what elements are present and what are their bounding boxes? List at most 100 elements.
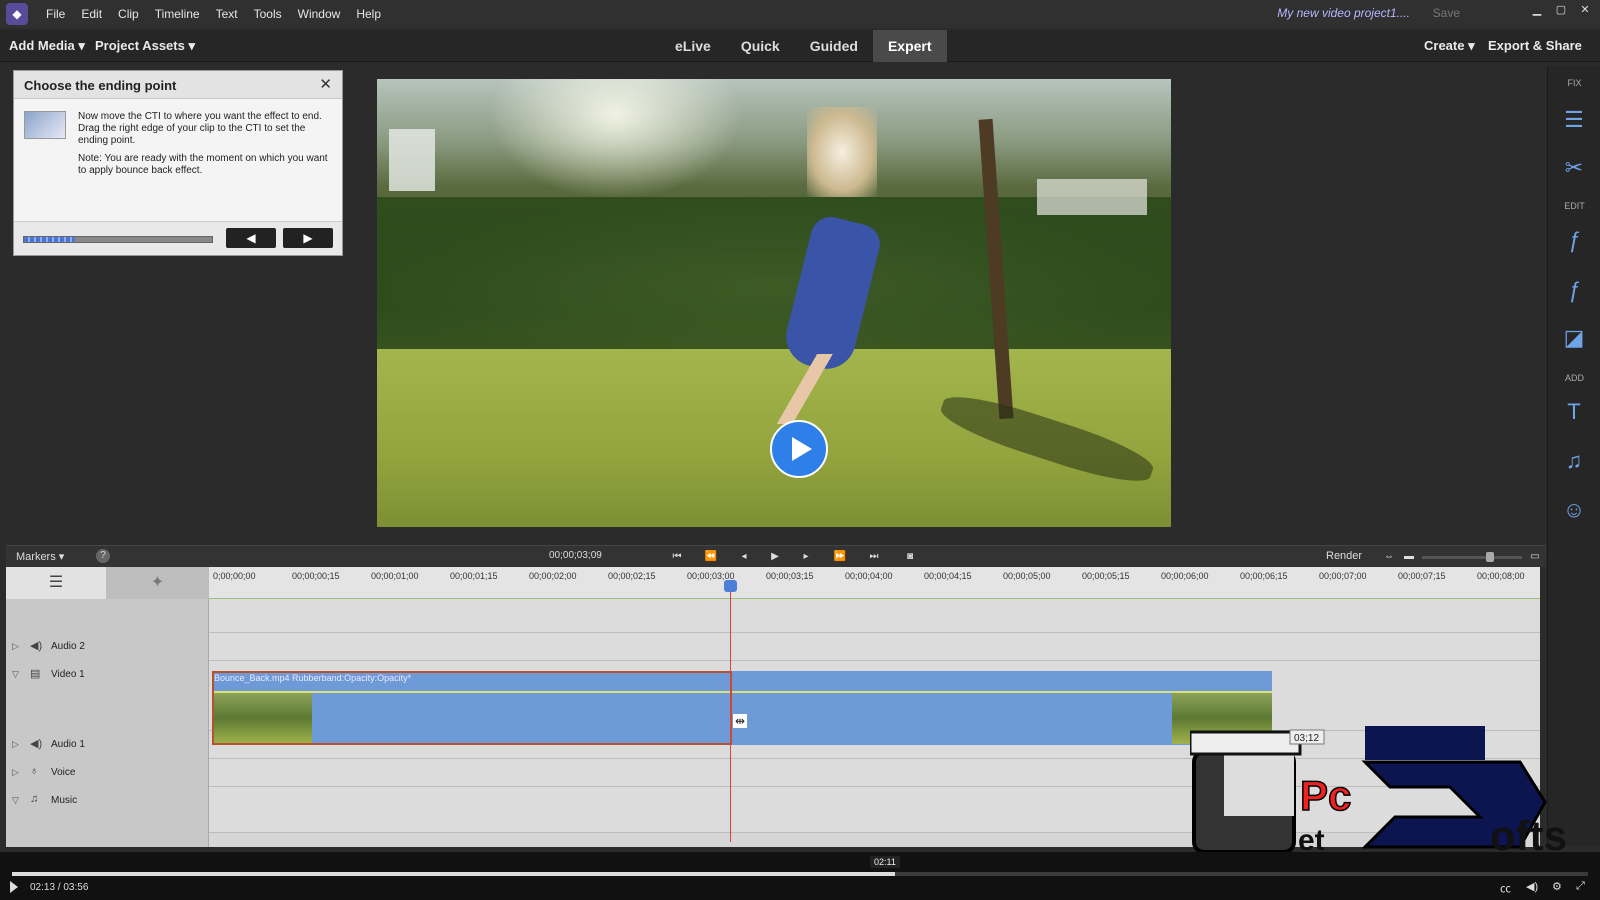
- tab-elive[interactable]: eLive: [660, 30, 726, 62]
- player-time: 02:13 / 03:56: [30, 882, 89, 893]
- tab-quick[interactable]: Quick: [726, 30, 795, 62]
- zoom-in-icon[interactable]: ▭: [1526, 549, 1544, 565]
- play-overlay-button[interactable]: [770, 420, 828, 478]
- adjust-icon[interactable]: ☰: [1560, 106, 1588, 134]
- export-share-button[interactable]: Export & Share: [1488, 38, 1582, 53]
- guide-prev-button[interactable]: ◀: [226, 228, 276, 248]
- player-play-icon[interactable]: [10, 881, 18, 893]
- app-window: ◆ File Edit Clip Timeline Text Tools Win…: [0, 0, 1600, 900]
- track-settings-icon[interactable]: ☰: [6, 567, 106, 599]
- minimize-icon[interactable]: ▁: [1528, 2, 1546, 18]
- ruler-tick: 00;00;03;15: [766, 571, 814, 581]
- ruler-tick: 00;00;06;00: [1161, 571, 1209, 581]
- music-note-icon[interactable]: ♫: [30, 793, 38, 805]
- menu-text[interactable]: Text: [208, 0, 246, 28]
- save-button[interactable]: Save: [1433, 6, 1460, 20]
- film-icon[interactable]: ▤: [30, 667, 40, 680]
- mode-tabs: eLive Quick Guided Expert: [660, 30, 947, 62]
- step-back-icon[interactable]: ◂: [735, 549, 753, 565]
- seek-bar-fill: [12, 872, 895, 876]
- tools-icon[interactable]: ✂: [1560, 154, 1588, 182]
- speaker-icon[interactable]: ◀): [30, 639, 42, 652]
- timeline-ruler[interactable]: 0;00;00;00 00;00;00;15 00;00;01;00 00;00;01…: [209, 567, 1540, 599]
- cti-handle[interactable]: [724, 580, 737, 592]
- monitor-girl-hair: [807, 107, 877, 197]
- track-row-top[interactable]: [209, 599, 1540, 633]
- menu-clip[interactable]: Clip: [110, 0, 147, 28]
- menu-edit[interactable]: Edit: [73, 0, 110, 28]
- ruler-tick: 00;00;04;00: [845, 571, 893, 581]
- zoom-slider[interactable]: [1422, 552, 1522, 562]
- trim-cursor-icon[interactable]: ⇹: [733, 714, 748, 728]
- goto-end-icon[interactable]: ⏭: [865, 549, 883, 565]
- help-icon[interactable]: ?: [96, 549, 110, 563]
- render-button[interactable]: Render: [1326, 550, 1362, 562]
- guide-header: Choose the ending point ✕: [14, 71, 342, 99]
- zoom-fit-icon[interactable]: ⇔: [1380, 549, 1398, 565]
- goto-start-icon[interactable]: ⏮: [668, 549, 686, 565]
- expand-icon[interactable]: ▷: [12, 767, 19, 778]
- expand-icon[interactable]: ▷: [12, 641, 19, 652]
- project-assets-button[interactable]: Project Assets ▾: [95, 38, 195, 54]
- play-icon: [791, 437, 812, 461]
- tab-expert[interactable]: Expert: [872, 30, 947, 62]
- ruler-tick: 00;00;07;15: [1398, 571, 1446, 581]
- track-headers: ☰ ✦ ▷ ◀) Audio 2 ▽ ▤ Video 1 ▷ ◀) Audio …: [6, 567, 209, 847]
- ruler-tick: 00;00;01;00: [371, 571, 419, 581]
- menu-tools[interactable]: Tools: [246, 0, 290, 28]
- fullscreen-icon[interactable]: ⤢: [1576, 880, 1585, 893]
- microphone-icon[interactable]: ♁: [30, 765, 38, 777]
- track-header-music: ▽ ♫ Music: [6, 787, 209, 815]
- prev-edit-icon[interactable]: ⏪: [702, 549, 720, 565]
- zoom-out-icon[interactable]: ▬: [1400, 549, 1418, 565]
- ruler-tick: 00;00;06;15: [1240, 571, 1288, 581]
- track-name: Voice: [51, 767, 76, 778]
- guide-note: Note: You are ready with the moment on w…: [78, 153, 328, 176]
- menu-file[interactable]: File: [38, 0, 73, 28]
- video-monitor[interactable]: [377, 79, 1171, 527]
- next-edit-icon[interactable]: ⏩: [831, 549, 849, 565]
- monitor-house-right: [1037, 179, 1147, 215]
- menu-window[interactable]: Window: [290, 0, 349, 28]
- camera-icon[interactable]: ◙: [901, 549, 919, 565]
- ruler-tick: 00;00;08;00: [1477, 571, 1525, 581]
- cti-playhead[interactable]: [730, 580, 731, 842]
- step-forward-icon[interactable]: ▸: [797, 549, 815, 565]
- track-name: Audio 2: [51, 641, 85, 652]
- watermark-pc: Pc: [1300, 772, 1351, 819]
- tab-guided[interactable]: Guided: [795, 30, 873, 62]
- ruler-tick: 00;00;07;00: [1319, 571, 1367, 581]
- add-track-icon[interactable]: ✦: [106, 567, 209, 599]
- add-media-button[interactable]: Add Media ▾: [9, 38, 85, 54]
- markers-dropdown[interactable]: Markers ▾: [16, 550, 64, 563]
- ruler-tick: 00;00;01;15: [450, 571, 498, 581]
- collapse-icon[interactable]: ▽: [12, 669, 19, 680]
- maximize-icon[interactable]: ▢: [1552, 2, 1570, 18]
- volume-icon[interactable]: ◀): [1526, 880, 1538, 893]
- ruler-tick: 0;00;00;00: [213, 571, 256, 581]
- timeline-bar: Markers ▾ ? 00;00;03;09 ⏮ ⏪ ◂ ▶ ▸ ⏩ ⏭ ◙ …: [6, 545, 1546, 567]
- collapse-icon[interactable]: ▽: [12, 795, 19, 806]
- speaker-icon[interactable]: ◀): [30, 737, 42, 750]
- track-row-audio2[interactable]: [209, 633, 1540, 661]
- seek-tooltip: 02:11: [870, 856, 900, 868]
- seek-bar[interactable]: [12, 872, 1588, 876]
- zoom-slider-knob[interactable]: [1486, 552, 1494, 562]
- captions-icon[interactable]: ㏄: [1500, 880, 1511, 896]
- graphics-icon[interactable]: ☺: [1560, 496, 1588, 524]
- titles-icon[interactable]: T: [1560, 398, 1588, 426]
- transitions-icon[interactable]: ◪: [1560, 324, 1588, 352]
- applied-effects-icon[interactable]: ƒ: [1560, 226, 1588, 254]
- guide-thumbnail: [24, 111, 66, 139]
- create-button[interactable]: Create ▾: [1424, 38, 1475, 54]
- close-window-icon[interactable]: ✕: [1576, 2, 1594, 18]
- close-icon[interactable]: ✕: [319, 75, 332, 93]
- play-icon[interactable]: ▶: [766, 549, 784, 565]
- menu-help[interactable]: Help: [348, 0, 389, 28]
- settings-icon[interactable]: ⚙: [1552, 880, 1562, 893]
- effects-icon[interactable]: ƒ: [1560, 276, 1588, 304]
- menu-timeline[interactable]: Timeline: [147, 0, 208, 28]
- expand-icon[interactable]: ▷: [12, 739, 19, 750]
- guide-next-button[interactable]: ▶: [283, 228, 333, 248]
- music-icon[interactable]: ♫: [1560, 447, 1588, 475]
